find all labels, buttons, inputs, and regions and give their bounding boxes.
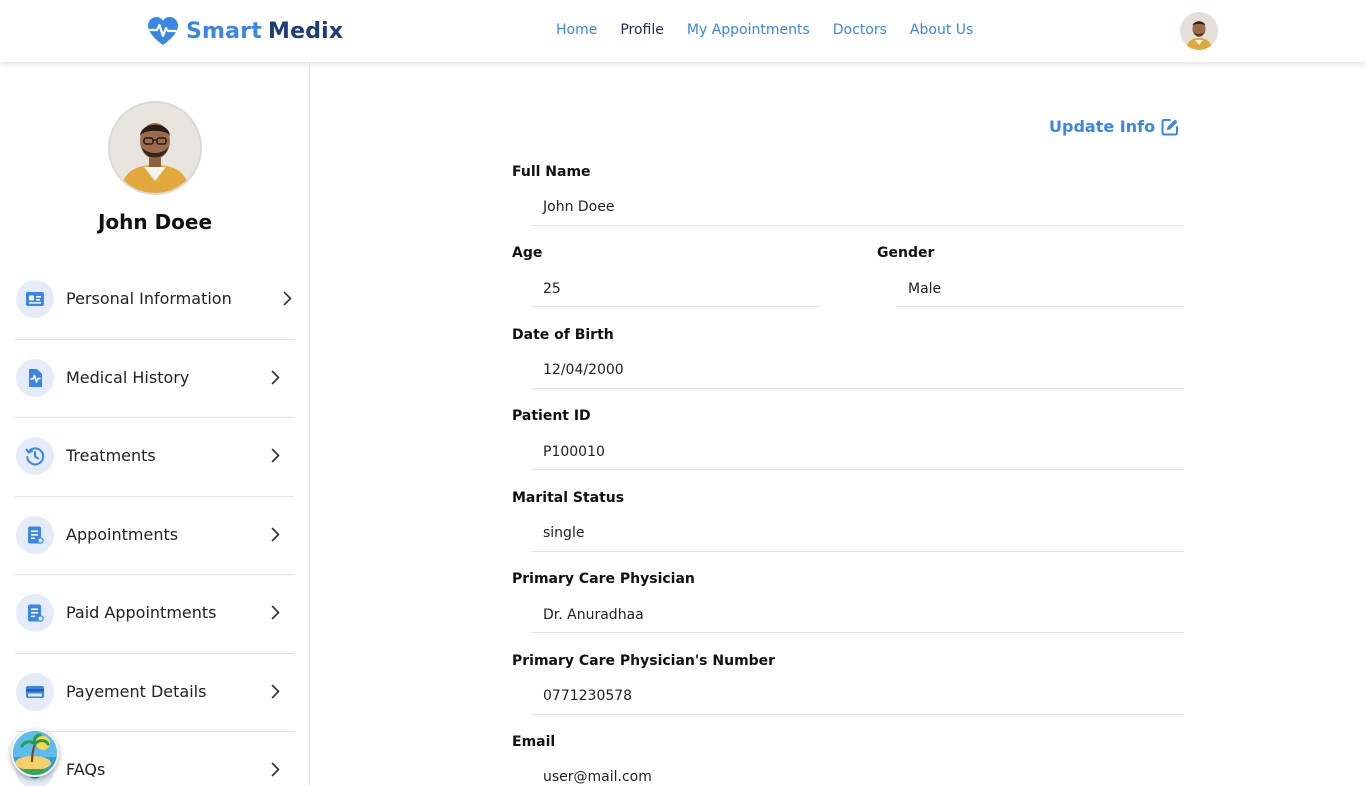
- history-clock-icon: [16, 437, 54, 475]
- physician-underline: [531, 632, 1184, 633]
- heart-pulse-icon: [148, 17, 178, 45]
- sidebar-item-appointments[interactable]: Appointments: [15, 497, 294, 575]
- update-info-button[interactable]: Update Info: [1049, 117, 1179, 136]
- nav-home[interactable]: Home: [556, 22, 597, 38]
- main-nav: Home Profile My Appointments Doctors Abo…: [556, 22, 996, 38]
- age-label: Age: [512, 245, 543, 261]
- age-field[interactable]: 25: [543, 281, 561, 297]
- chevron-right-icon: [271, 684, 280, 698]
- sidebar-item-payement-details[interactable]: Payement Details: [15, 654, 294, 732]
- id-card-icon: [16, 280, 54, 318]
- edit-icon: [1161, 118, 1179, 135]
- nav-doctors[interactable]: Doctors: [833, 22, 887, 38]
- sidebar-item-label: Paid Appointments: [66, 603, 217, 622]
- email-field[interactable]: user@mail.com: [543, 769, 652, 785]
- profile-menu: Personal Information Medical History Tre…: [15, 261, 294, 786]
- full-name-underline: [531, 225, 1184, 226]
- credit-card-icon: [16, 672, 54, 711]
- profile-avatar[interactable]: [108, 101, 202, 195]
- sidebar-item-label: Treatments: [66, 446, 156, 465]
- nav-my-appointments[interactable]: My Appointments: [687, 22, 810, 38]
- physician-number-underline: [531, 714, 1184, 715]
- document-icon: [16, 515, 54, 554]
- full-name-field[interactable]: John Doee: [543, 199, 614, 215]
- brand-name-part2: Medix: [267, 18, 344, 44]
- dob-underline: [531, 388, 1184, 389]
- gender-underline: [896, 306, 1184, 307]
- email-label: Email: [512, 734, 556, 750]
- sidebar-item-label: Medical History: [66, 367, 190, 387]
- patient-id-underline: [531, 469, 1184, 470]
- patient-id-field[interactable]: P100010: [543, 444, 605, 460]
- physician-label: Primary Care Physician: [512, 571, 695, 587]
- receipt-icon: [16, 594, 54, 632]
- marital-status-underline: [531, 551, 1184, 552]
- nav-about-us[interactable]: About Us: [910, 22, 973, 38]
- age-underline: [531, 306, 818, 307]
- profile-sidebar: John Doee Personal Information Medical H…: [0, 62, 310, 786]
- sidebar-item-medical-history[interactable]: Medical History: [15, 340, 294, 418]
- dob-field[interactable]: 12/04/2000: [543, 362, 624, 378]
- sidebar-item-label: Payement Details: [66, 681, 207, 701]
- user-avatar-image: [1180, 12, 1218, 50]
- profile-photo: [110, 103, 200, 193]
- update-info-label: Update Info: [1049, 117, 1156, 136]
- brand-name-part1: Smart: [186, 18, 262, 44]
- sidebar-item-paid-appointments[interactable]: Paid Appointments: [15, 575, 294, 654]
- island-icon: [13, 731, 57, 775]
- full-name-label: Full Name: [512, 164, 591, 180]
- medical-report-icon: [16, 358, 54, 397]
- chevron-right-icon: [271, 448, 280, 463]
- nav-profile[interactable]: Profile: [620, 22, 664, 38]
- gender-field[interactable]: Male: [908, 281, 941, 297]
- dob-label: Date of Birth: [512, 327, 614, 343]
- patient-id-label: Patient ID: [512, 408, 591, 424]
- brand-logo[interactable]: Smart Medix: [147, 16, 343, 46]
- sidebar-item-label: Personal Information: [66, 289, 232, 308]
- chevron-right-icon: [271, 605, 280, 620]
- top-navbar: Smart Medix Home Profile My Appointments …: [0, 0, 1366, 62]
- physician-number-field[interactable]: 0771230578: [543, 688, 632, 704]
- sidebar-item-label: FAQs: [66, 760, 106, 779]
- gender-label: Gender: [877, 245, 935, 261]
- chevron-right-icon: [283, 291, 292, 306]
- profile-name: John Doee: [97, 210, 213, 234]
- chevron-right-icon: [271, 370, 280, 384]
- physician-number-label: Primary Care Physician's Number: [512, 653, 776, 669]
- chevron-right-icon: [271, 527, 280, 541]
- sidebar-item-personal-information[interactable]: Personal Information: [15, 261, 294, 340]
- marital-status-field[interactable]: single: [543, 525, 584, 541]
- user-avatar[interactable]: [1180, 12, 1218, 50]
- floating-widget-button[interactable]: [11, 729, 59, 777]
- sidebar-item-label: Appointments: [66, 524, 179, 544]
- physician-field[interactable]: Dr. Anuradhaa: [543, 607, 644, 623]
- chevron-right-icon: [271, 762, 280, 777]
- sidebar-item-treatments[interactable]: Treatments: [15, 418, 294, 497]
- marital-status-label: Marital Status: [512, 490, 625, 506]
